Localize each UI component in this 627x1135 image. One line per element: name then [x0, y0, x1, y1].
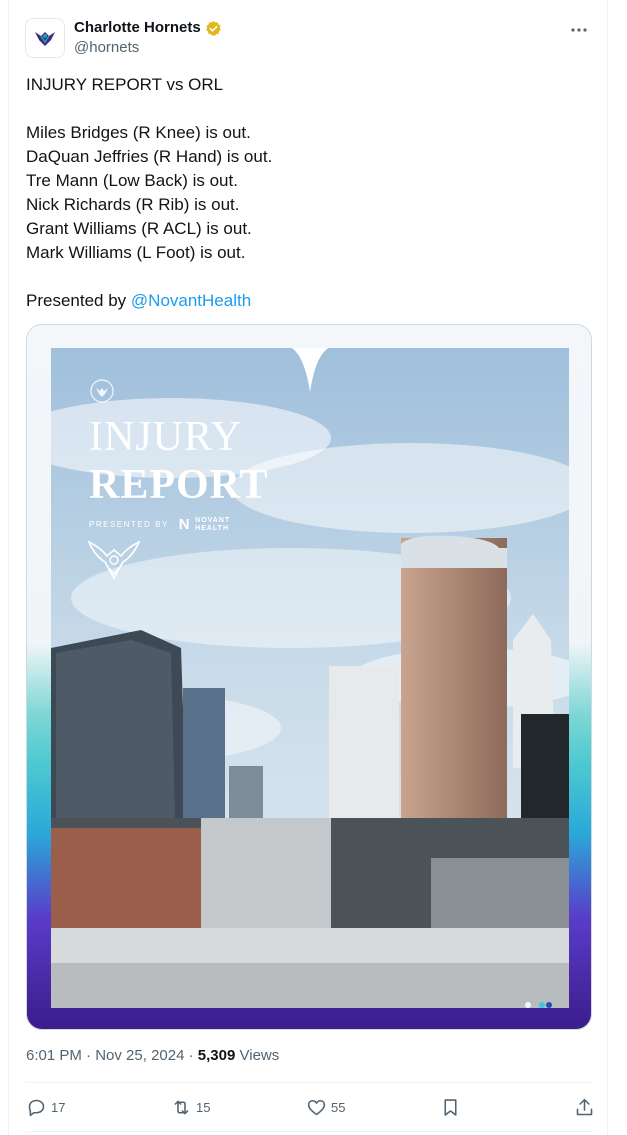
tweet-line: INJURY REPORT vs ORL	[26, 75, 224, 94]
carousel-dot-active[interactable]	[539, 1002, 545, 1008]
divider	[26, 1131, 592, 1132]
like-button[interactable]: 55	[306, 1084, 345, 1130]
like-count: 55	[331, 1099, 346, 1115]
novant-word-1: NOVANT	[195, 516, 231, 524]
poster-presented-by: PRESENTED BY N NOVANT HEALTH	[89, 516, 230, 533]
author-names: Charlotte Hornets @hornets	[74, 19, 222, 58]
poster-notch	[288, 348, 332, 399]
tweet-line: Miles Bridges (R Knee) is out.	[26, 123, 251, 142]
poster-frame: INJURY REPORT PRESENTED BY N NOVANT HEAL…	[27, 325, 591, 1029]
share-button[interactable]	[574, 1084, 595, 1130]
injury-report-poster[interactable]: INJURY REPORT PRESENTED BY N NOVANT HEAL…	[51, 348, 569, 1008]
tweet-meta: 6:01 PM · Nov 25, 2024 · 5,309 Views	[26, 1046, 279, 1066]
divider	[26, 1082, 592, 1083]
novant-mention-link[interactable]: @NovantHealth	[131, 291, 251, 310]
handle[interactable]: @hornets	[74, 38, 222, 58]
display-name[interactable]: Charlotte Hornets	[74, 19, 201, 37]
views-count: 5,309	[197, 1047, 236, 1064]
tweet-media[interactable]: INJURY REPORT PRESENTED BY N NOVANT HEAL…	[26, 324, 592, 1030]
repost-count: 15	[196, 1099, 211, 1115]
reply-icon	[28, 1099, 45, 1116]
carousel-indicators	[525, 1002, 545, 1008]
bookmark-icon	[444, 1098, 457, 1116]
hornets-poster-logo-icon	[87, 534, 141, 589]
avatar[interactable]	[25, 18, 65, 58]
carousel-dot[interactable]	[525, 1002, 531, 1008]
meta-separator: ·	[184, 1047, 198, 1064]
novant-mark: N	[178, 516, 192, 533]
tweet-time[interactable]: 6:01 PM	[26, 1047, 82, 1064]
heart-icon	[307, 1099, 326, 1115]
novant-health-logo: N NOVANT HEALTH	[179, 516, 230, 533]
hornets-small-logo-icon	[89, 378, 115, 409]
action-bar: 17 15 55	[26, 1084, 595, 1130]
tweet-line: Grant Williams (R ACL) is out.	[26, 219, 252, 238]
tweet-text: INJURY REPORT vs ORL Miles Bridges (R Kn…	[26, 73, 596, 313]
hornets-logo-icon	[35, 32, 55, 46]
verified-badge-icon	[205, 20, 221, 36]
tweet-line: Nick Richards (R Rib) is out.	[26, 195, 240, 214]
tweet-line: Tre Mann (Low Back) is out.	[26, 171, 238, 190]
meta-separator: ·	[81, 1047, 96, 1064]
presented-by-label: PRESENTED BY	[89, 520, 169, 529]
presented-line: Presented by @NovantHealth	[26, 289, 596, 313]
repost-button[interactable]: 15	[171, 1084, 210, 1130]
presented-prefix: Presented by	[26, 291, 131, 310]
repost-icon	[174, 1100, 189, 1114]
tweet-card: Charlotte Hornets @hornets INJURY REPORT…	[8, 0, 608, 1135]
more-options-button[interactable]	[567, 18, 591, 42]
tweet-line: Mark Williams (L Foot) is out.	[26, 243, 246, 262]
tweet-line: DaQuan Jeffries (R Hand) is out.	[26, 147, 273, 166]
tweet-line	[26, 265, 596, 289]
poster-title-injury: INJURY	[89, 414, 243, 460]
author-name-row[interactable]: Charlotte Hornets	[74, 19, 222, 37]
more-dots-icon	[571, 28, 587, 32]
novant-word-2: HEALTH	[195, 524, 230, 532]
tweet-date[interactable]: Nov 25, 2024	[95, 1047, 184, 1064]
tweet-header: Charlotte Hornets @hornets	[25, 14, 593, 62]
reply-count: 17	[51, 1099, 66, 1115]
tweet-line	[26, 97, 596, 121]
reply-button[interactable]: 17	[26, 1084, 65, 1130]
share-icon	[576, 1098, 593, 1115]
bookmark-button[interactable]	[440, 1084, 461, 1130]
views-label: Views	[235, 1047, 280, 1064]
poster-title-report: REPORT	[89, 462, 269, 508]
